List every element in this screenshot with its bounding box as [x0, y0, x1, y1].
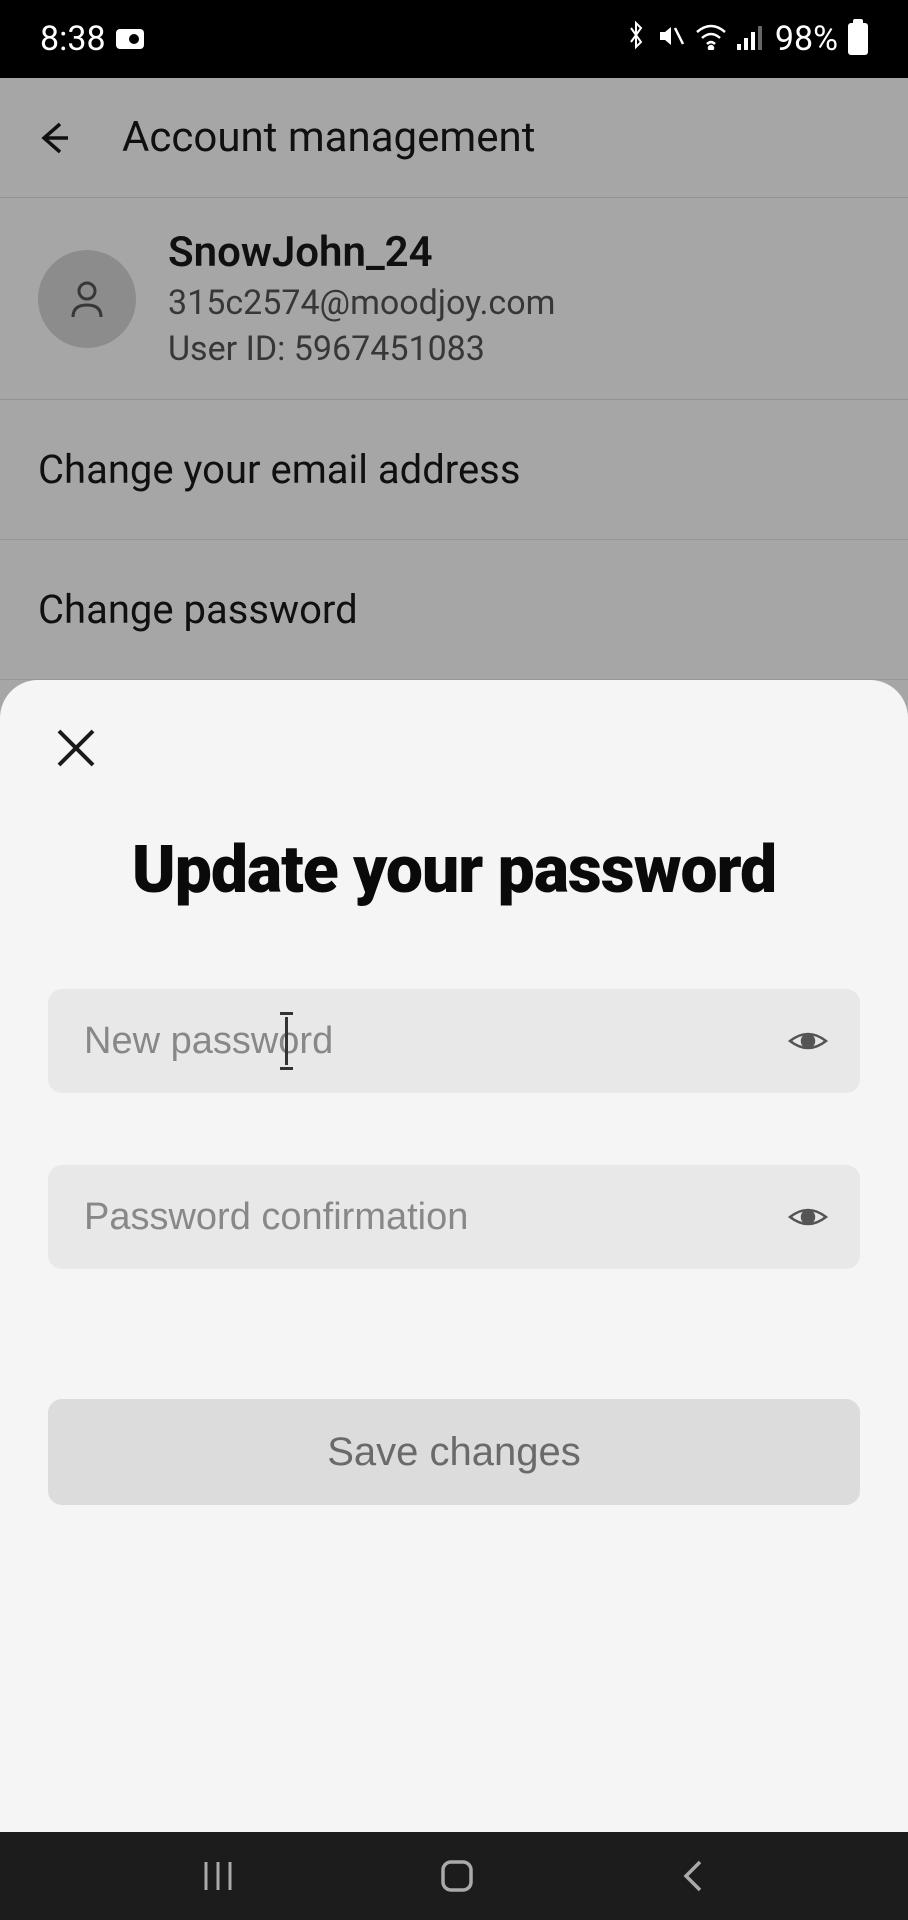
new-password-container: [48, 989, 860, 1093]
sheet-title: Update your password: [48, 832, 860, 909]
eye-icon[interactable]: [786, 1019, 830, 1063]
new-password-input[interactable]: [48, 989, 860, 1093]
signal-icon: [737, 19, 765, 59]
bluetooth-icon: [625, 19, 647, 59]
status-left: 8:38: [40, 19, 144, 59]
confirm-password-container: [48, 1165, 860, 1269]
close-button[interactable]: [48, 720, 104, 776]
home-button[interactable]: [437, 1856, 477, 1896]
camera-icon: [116, 29, 144, 49]
battery-icon: [848, 23, 868, 55]
eye-icon[interactable]: [786, 1195, 830, 1239]
recent-apps-button[interactable]: [200, 1858, 236, 1894]
mute-icon: [657, 19, 685, 59]
confirm-password-input[interactable]: [48, 1165, 860, 1269]
nav-bar: [0, 1832, 908, 1920]
update-password-sheet: Update your password Save changes: [0, 680, 908, 1832]
status-bar: 8:38: [0, 0, 908, 78]
save-changes-button[interactable]: Save changes: [48, 1399, 860, 1505]
wifi-icon: [695, 19, 727, 59]
battery-text: 98%: [775, 19, 838, 59]
status-time: 8:38: [40, 19, 106, 59]
back-nav-button[interactable]: [678, 1858, 708, 1894]
text-cursor-icon: [285, 1017, 288, 1065]
status-right: 98%: [625, 19, 868, 59]
